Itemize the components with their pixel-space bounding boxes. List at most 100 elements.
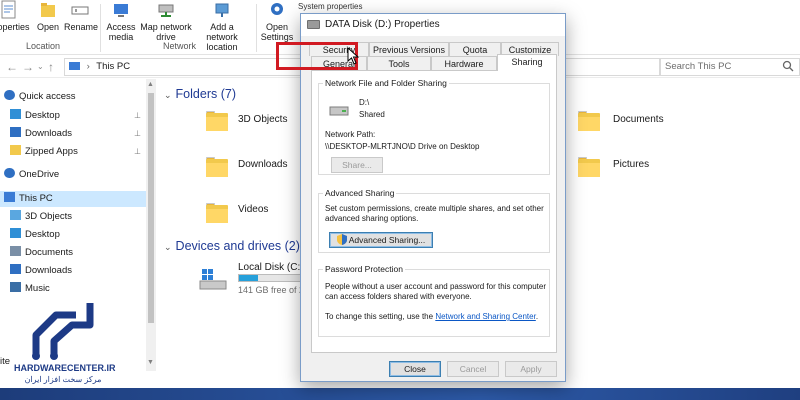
shield-icon (336, 234, 347, 245)
scrollbar-thumb[interactable] (148, 93, 154, 323)
close-button[interactable]: Close (389, 361, 441, 377)
cancel-button[interactable]: Cancel (447, 361, 499, 377)
sidebar-item[interactable]: Desktop ⊥ (0, 108, 146, 124)
sidebar-item-label: Documents (25, 247, 74, 258)
tab-label: Tools (388, 59, 410, 69)
sidebar-item-label: This PC (19, 193, 53, 204)
scroll-down-icon[interactable]: ▼ (147, 359, 154, 366)
download-icon (10, 127, 21, 137)
sidebar-item[interactable]: Quick access (0, 89, 146, 105)
rename-icon (71, 6, 89, 15)
logo-subtitle: مرکز سخت افزار ایران (24, 375, 102, 384)
properties-label: Properties (0, 22, 30, 32)
password-description: People without a user account and passwo… (325, 282, 547, 301)
sidebar-item-label: Quick access (19, 91, 76, 102)
breadcrumb-separator: › (86, 61, 90, 72)
folders-header-label: Folders (7) (175, 87, 236, 101)
folder-label[interactable]: Documents (613, 114, 664, 125)
sidebar-item-partial[interactable]: ite (0, 354, 10, 370)
folder-label[interactable]: Videos (238, 204, 268, 215)
drive-usage-bar (238, 274, 302, 282)
tab-quota[interactable]: Quota (449, 42, 501, 56)
advanced-sharing-button[interactable]: Advanced Sharing... (329, 232, 433, 248)
up-arrow-icon[interactable]: ↑ (48, 60, 54, 74)
system-properties-menu-item[interactable]: System properties (298, 2, 362, 11)
folder-icon[interactable] (206, 111, 228, 131)
search-input[interactable]: Search This PC (660, 58, 800, 76)
tab-sharing[interactable]: Sharing (497, 54, 557, 71)
folder-icon[interactable] (206, 157, 228, 177)
sidebar-item[interactable]: Zipped Apps ⊥ (0, 144, 146, 160)
scroll-up-icon[interactable]: ▲ (147, 81, 154, 88)
rename-button[interactable]: Rename (64, 0, 98, 40)
folder-icon (10, 145, 21, 155)
tab-hardware[interactable]: Hardware (431, 56, 497, 70)
back-arrow-icon[interactable]: ← (6, 60, 18, 74)
document-icon (10, 246, 21, 256)
sidebar-item[interactable]: Downloads (0, 263, 146, 279)
sidebar-item[interactable]: Downloads ⊥ (0, 126, 146, 142)
pin-icon[interactable]: ⊥ (134, 144, 141, 160)
folder-label[interactable]: 3D Objects (238, 114, 287, 125)
search-placeholder: Search This PC (665, 61, 732, 72)
pin-icon[interactable]: ⊥ (134, 108, 141, 124)
search-icon (782, 60, 794, 72)
dialog-title-bar[interactable]: DATA Disk (D:) Properties (301, 14, 565, 36)
folder-icon[interactable] (578, 111, 600, 131)
cube-icon (10, 210, 21, 220)
ribbon-group-location: Location (26, 41, 61, 51)
open-settings-button[interactable]: Open Settings (260, 0, 294, 42)
network-location-icon (215, 3, 229, 17)
folder-label[interactable]: Downloads (238, 159, 287, 170)
add-network-location-label: Add a network location (206, 22, 238, 52)
drive-label[interactable]: Local Disk (C:) (238, 262, 304, 273)
map-network-drive-label: Map network drive (140, 22, 192, 42)
password-change-text: To change this setting, use the Network … (325, 312, 551, 322)
chevron-down-icon: ⌄ (164, 242, 172, 252)
sidebar-item[interactable]: This PC (0, 191, 146, 207)
folder-icon[interactable] (578, 157, 600, 177)
folder-icon[interactable] (206, 203, 228, 223)
sidebar-item[interactable]: Desktop (0, 227, 146, 243)
properties-button[interactable]: Properties (0, 0, 30, 40)
open-label: Open (36, 22, 60, 32)
navigation-scrollbar[interactable]: ▲ ▼ (146, 79, 156, 371)
pc-icon (4, 192, 15, 202)
chevron-down-icon[interactable]: ⌄ (37, 62, 44, 71)
ribbon-separator (100, 4, 101, 52)
desktop-icon (10, 228, 21, 238)
tab-label: Hardware (444, 59, 484, 69)
properties-icon (1, 0, 16, 19)
drive-share-state: Shared (359, 110, 385, 119)
share-button[interactable]: Share... (331, 157, 383, 173)
system-properties-label: System properties (298, 2, 363, 11)
sidebar-item[interactable]: OneDrive (0, 167, 146, 183)
download-icon (10, 264, 21, 274)
ribbon-separator (256, 4, 257, 52)
pin-icon[interactable]: ⊥ (134, 126, 141, 142)
tab-previous-versions[interactable]: Previous Versions (369, 42, 449, 56)
sidebar-item[interactable]: Documents (0, 245, 146, 261)
network-sharing-center-link[interactable]: Network and Sharing Center (435, 312, 536, 321)
advanced-sharing-description: Set custom permissions, create multiple … (325, 204, 544, 223)
sidebar-item[interactable]: 3D Objects (0, 209, 146, 225)
gear-icon (271, 3, 283, 15)
folders-section-header[interactable]: ⌄ Folders (7) (164, 87, 236, 101)
forward-arrow-icon[interactable]: → (22, 60, 34, 74)
add-network-location-button[interactable]: Add a network location (194, 0, 250, 52)
advanced-sharing-group: Advanced Sharing Set custom permissions,… (318, 188, 550, 253)
tab-label: Previous Versions (372, 45, 446, 55)
devices-section-header[interactable]: ⌄ Devices and drives (2) (164, 239, 300, 253)
folder-label[interactable]: Pictures (613, 159, 649, 170)
open-icon (41, 3, 55, 17)
map-network-drive-button[interactable]: Map network drive (140, 0, 192, 42)
apply-button[interactable]: Apply (505, 361, 557, 377)
group-title: Network File and Folder Sharing (323, 78, 449, 88)
tab-tools[interactable]: Tools (367, 56, 431, 70)
access-media-button[interactable]: Access media (104, 0, 138, 42)
network-drive-icon (158, 4, 174, 17)
group-title: Advanced Sharing (323, 188, 397, 198)
open-button[interactable]: Open (34, 0, 62, 40)
windows-drive-icon[interactable] (198, 267, 228, 291)
music-icon (10, 282, 21, 292)
